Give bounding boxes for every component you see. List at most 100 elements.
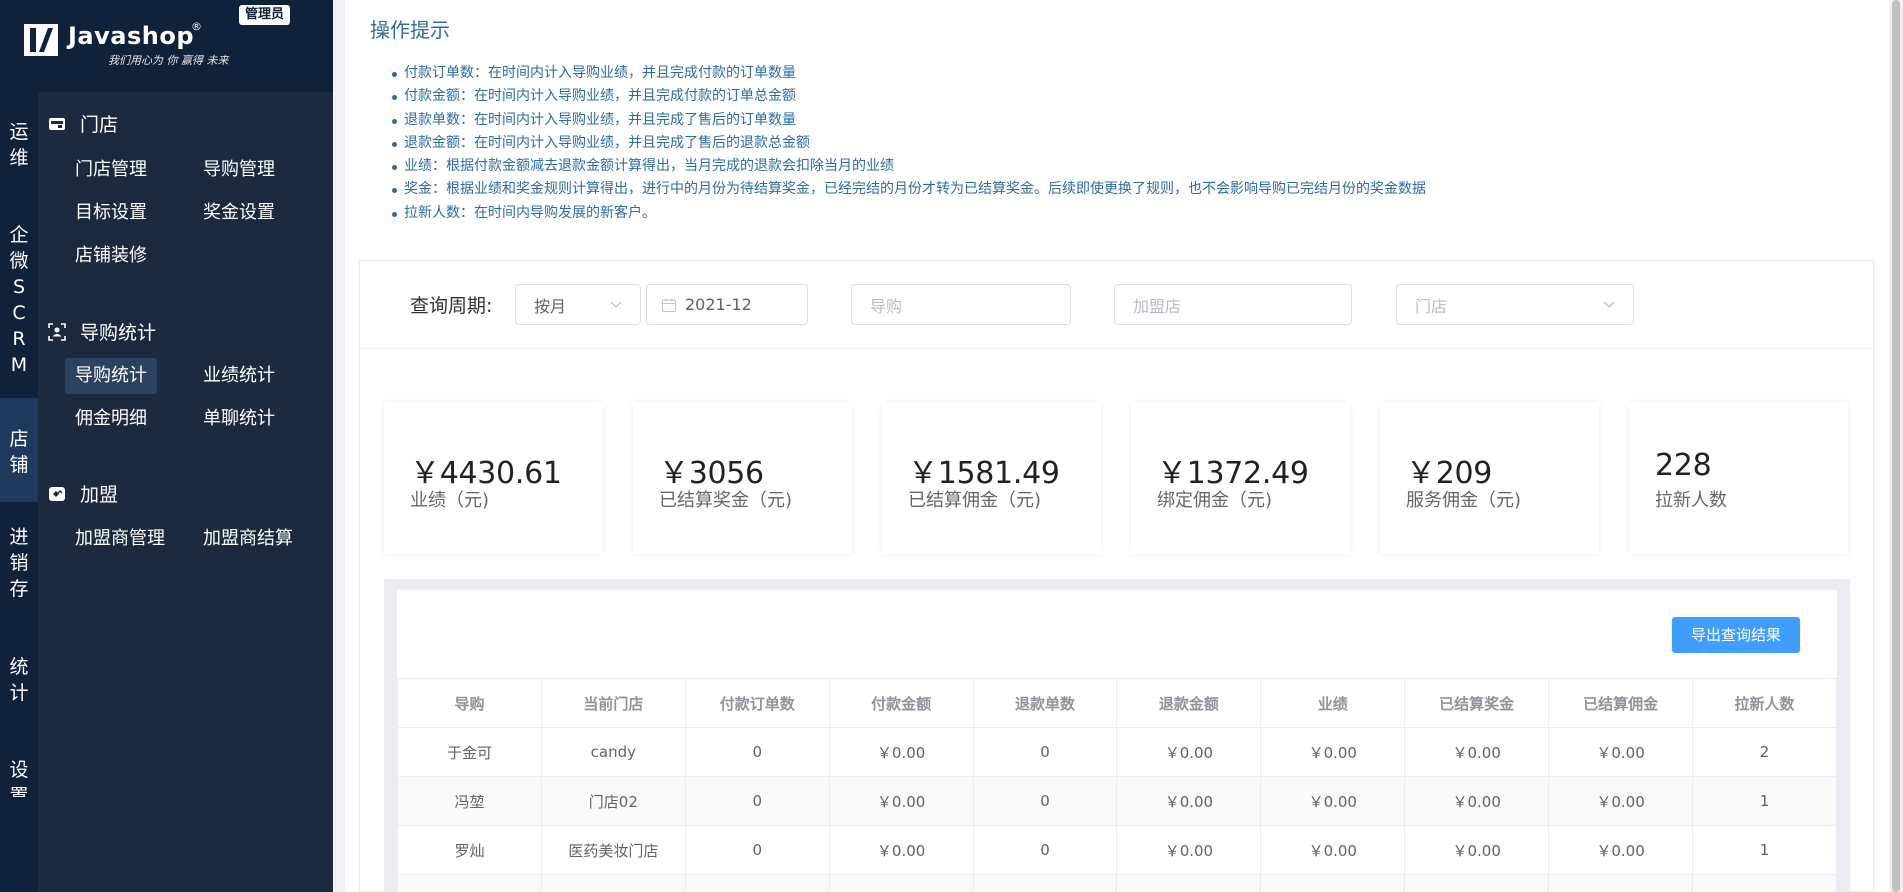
menu-item-guide-stats[interactable]: 导购统计 — [65, 358, 157, 394]
logo-area: Javashop ® 我们用心为 你 赢得 未来 管理员 — [0, 0, 333, 92]
menu-group-franchise: 加盟 — [48, 480, 118, 507]
table-cell — [397, 874, 542, 892]
table-cell: candy — [540, 727, 686, 777]
table-cell — [1548, 874, 1694, 892]
table-cell: ￥0.00 — [1260, 776, 1406, 826]
column-header[interactable]: 退款单数 — [972, 678, 1118, 728]
column-header[interactable]: 已结算佣金 — [1548, 678, 1694, 728]
rail-item-char: 维 — [9, 147, 29, 169]
column-header[interactable]: 拉新人数 — [1692, 678, 1837, 728]
tip-item: 付款订单数：在时间内计入导购业绩，并且完成付款的订单数量 — [392, 62, 1426, 85]
menu-item-bonus-setting[interactable]: 奖金设置 — [193, 195, 285, 231]
scrollbar[interactable] — [1889, 0, 1903, 892]
filter-bar: 查询周期: 按月 2021-12 导购 加盟店 门店 — [360, 261, 1873, 349]
menu-item-franchise-manage[interactable]: 加盟商管理 — [65, 521, 175, 557]
menu-group-guide-stats: 导购统计 — [48, 318, 156, 345]
column-header[interactable]: 付款订单数 — [684, 678, 830, 728]
rail-item-char: 计 — [9, 682, 29, 704]
table-cell: ￥0.00 — [1404, 776, 1550, 826]
table-cell: 门店02 — [540, 776, 686, 826]
table-cell — [972, 874, 1118, 892]
column-header[interactable]: 导购 — [397, 678, 542, 728]
franchise-input-placeholder: 加盟店 — [1133, 296, 1182, 316]
table-cell: ￥0.00 — [1260, 825, 1406, 875]
tip-item: 付款金额：在时间内计入导购业绩，并且完成付款的订单总金额 — [392, 85, 1426, 108]
menu-item-performance-stats[interactable]: 业绩统计 — [193, 358, 285, 394]
table-cell: ￥0.00 — [828, 825, 974, 875]
brand-slogan: 我们用心为 你 赢得 未来 — [108, 54, 229, 67]
stat-card-service-commission: ￥209 服务佣金（元) — [1380, 402, 1599, 554]
table-row-partial[interactable] — [397, 874, 1837, 892]
rail-item-1[interactable]: 企微SCRM — [0, 218, 38, 398]
franchise-input[interactable]: 加盟店 — [1114, 284, 1352, 325]
period-select-value: 按月 — [534, 296, 567, 316]
table-cell: ￥0.00 — [1260, 727, 1406, 777]
export-button[interactable]: 导出查询结果 — [1671, 617, 1800, 653]
table-cell: ￥0.00 — [1116, 776, 1262, 826]
brand-name: Javashop — [68, 22, 195, 50]
table-row[interactable]: 冯堃 门店02 0 ￥0.00 0 ￥0.00 ￥0.00 ￥0.00 ￥0.0… — [397, 776, 1837, 826]
table-cell — [1692, 874, 1837, 892]
table-cell: ￥0.00 — [1404, 825, 1550, 875]
table-cell: ￥0.00 — [1116, 727, 1262, 777]
chevron-down-icon — [610, 301, 622, 309]
rail-item-char: 统 — [9, 656, 29, 678]
guide-input-placeholder: 导购 — [870, 296, 903, 316]
table-row[interactable]: 罗灿 医药美妆门店 0 ￥0.00 0 ￥0.00 ￥0.00 ￥0.00 ￥0… — [397, 825, 1837, 875]
rail-item-5[interactable]: 设置 — [0, 753, 38, 797]
table-cell: 1 — [1692, 825, 1837, 875]
stat-card-settled-bonus: ￥3056 已结算奖金（元) — [633, 402, 852, 554]
table-cell: 0 — [972, 776, 1118, 826]
date-value: 2021-12 — [685, 295, 752, 314]
stat-card-bound-commission: ￥1372.49 绑定佣金（元) — [1131, 402, 1350, 554]
rail-item-2[interactable]: 店铺 — [0, 398, 38, 502]
table-cell: 0 — [684, 727, 830, 777]
date-picker[interactable]: 2021-12 — [646, 284, 808, 325]
menu-item-chat-stats[interactable]: 单聊统计 — [193, 401, 285, 437]
table-cell: ￥0.00 — [1548, 776, 1694, 826]
rail-item-char: 设 — [9, 759, 29, 781]
rail-item-char: 进 — [9, 526, 29, 548]
column-header[interactable]: 业绩 — [1260, 678, 1406, 728]
calendar-icon — [662, 298, 676, 312]
rail-item-char: 微 — [9, 250, 29, 272]
column-header[interactable]: 当前门店 — [540, 678, 686, 728]
menu-item-franchise-settle[interactable]: 加盟商结算 — [193, 521, 303, 557]
menu-item-store-manage[interactable]: 门店管理 — [65, 152, 157, 188]
stat-value: 228 — [1655, 448, 1712, 483]
table-cell — [828, 874, 974, 892]
registered-mark: ® — [191, 20, 202, 33]
menu-item-guide-manage[interactable]: 导购管理 — [193, 152, 285, 188]
menu-group-title: 门店 — [80, 114, 119, 136]
menu-item-shop-decoration[interactable]: 店铺装修 — [65, 238, 157, 274]
table-cell: ￥0.00 — [1548, 727, 1694, 777]
rail-item-char: 销 — [9, 552, 29, 574]
column-header[interactable]: 退款金额 — [1116, 678, 1262, 728]
column-header[interactable]: 付款金额 — [828, 678, 974, 728]
period-select[interactable]: 按月 — [515, 284, 641, 325]
tip-item: 奖金：根据业绩和奖金规则计算得出，进行中的月份为待结算奖金，已经完结的月份才转为… — [392, 178, 1426, 201]
table-row[interactable]: 于金可 candy 0 ￥0.00 0 ￥0.00 ￥0.00 ￥0.00 ￥0… — [397, 727, 1837, 777]
column-header[interactable]: 已结算奖金 — [1404, 678, 1550, 728]
javashop-logo-icon — [24, 24, 58, 56]
rail-item-4[interactable]: 统计 — [0, 650, 38, 712]
table-cell: 于金可 — [397, 727, 542, 777]
store-select[interactable]: 门店 — [1396, 284, 1634, 325]
chevron-down-icon — [1603, 301, 1615, 309]
scrollbar-thumb[interactable] — [1892, 0, 1900, 892]
rail-item-3[interactable]: 进销存 — [0, 520, 38, 618]
guide-input[interactable]: 导购 — [851, 284, 1071, 325]
menu-item-commission-detail[interactable]: 佣金明细 — [65, 401, 157, 437]
rail-item-char: 店 — [9, 428, 29, 450]
tip-item: 业绩：根据付款金额减去退款金额计算得出，当月完成的退款会扣除当月的业绩 — [392, 155, 1426, 178]
menu-item-target-setting[interactable]: 目标设置 — [65, 195, 157, 231]
menu-group-title: 加盟 — [80, 484, 119, 506]
menu-group-store: 门店 — [48, 110, 118, 137]
store-icon — [48, 115, 66, 133]
sidebar-submenu: 门店 门店管理 导购管理 目标设置 奖金设置 店铺装修 导购统计 导购统计 业绩… — [38, 92, 333, 892]
rail-item-0[interactable]: 运维 — [0, 115, 38, 177]
stat-card-new-customers: 228 拉新人数 — [1629, 402, 1848, 554]
stat-label: 业绩（元) — [410, 490, 490, 511]
table-cell — [1404, 874, 1550, 892]
rail-item-char: 铺 — [9, 454, 29, 476]
